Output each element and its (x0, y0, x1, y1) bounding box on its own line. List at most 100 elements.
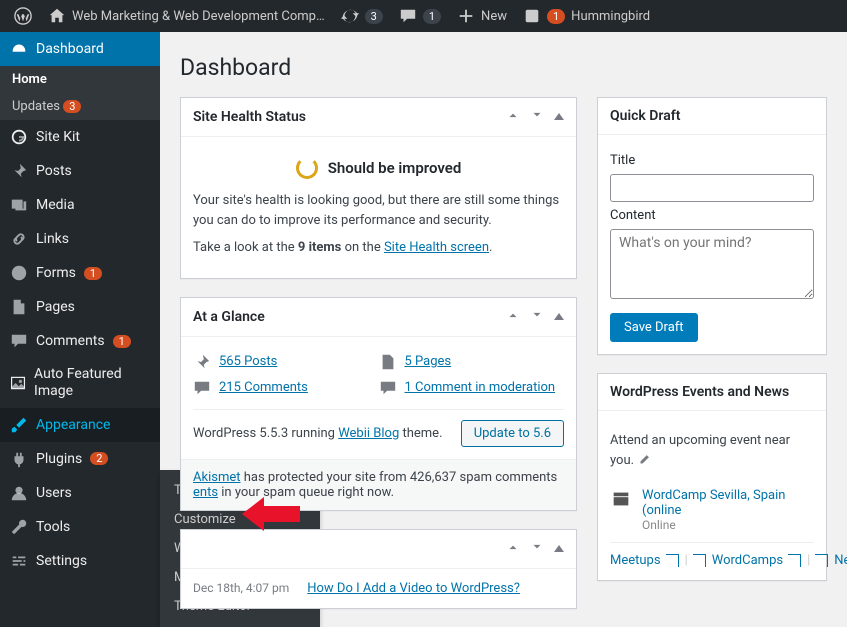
updates-badge: 3 (63, 100, 81, 113)
glance-posts[interactable]: 565 Posts (193, 349, 379, 375)
move-up-icon[interactable] (506, 308, 520, 326)
quick-draft-title: Quick Draft (610, 108, 680, 124)
activity-post-link[interactable]: How Do I Add a Video to WordPress? (307, 581, 520, 596)
move-down-icon[interactable] (530, 540, 544, 558)
activity-date: Dec 18th, 4:07 pm (193, 581, 289, 595)
refresh-icon (341, 7, 359, 25)
qd-title-label: Title (610, 153, 814, 168)
comments-link[interactable]: 1 (391, 0, 449, 32)
wp-version: WordPress 5.5.3 running Webii Blog theme… (193, 426, 443, 441)
update-core-button[interactable]: Update to 5.6 (461, 420, 564, 447)
akismet-link[interactable]: Akismet (193, 470, 241, 485)
sidebar-item-tools[interactable]: Tools (0, 510, 160, 544)
page-title: Dashboard (180, 54, 827, 81)
health-items: Take a look at the 9 items on the Site H… (193, 238, 564, 258)
move-up-icon[interactable] (506, 108, 520, 126)
media-icon (10, 196, 28, 214)
home-icon (48, 7, 66, 25)
health-spinner-icon (296, 157, 318, 179)
move-down-icon[interactable] (530, 308, 544, 326)
site-health-link[interactable]: Site Health screen (384, 240, 489, 255)
forms-icon (10, 264, 28, 282)
site-health-box: Site Health Status Should be improved Yo… (180, 97, 577, 279)
page-icon (379, 353, 397, 371)
plus-icon (457, 7, 475, 25)
admin-toolbar: Web Marketing & Web Development Comp… 3 … (0, 0, 847, 32)
comment-icon (399, 7, 417, 25)
wrench-icon (10, 518, 28, 536)
qd-content-input[interactable] (610, 229, 814, 299)
wordcamps-link[interactable]: WordCamps (712, 553, 801, 568)
annotation-arrow (242, 497, 300, 531)
glance-moderation[interactable]: 1 Comment in moderation (379, 375, 565, 401)
comments-count: 1 (423, 9, 441, 24)
toggle-icon[interactable] (554, 540, 564, 558)
wp-logo[interactable] (6, 0, 40, 32)
site-title: Web Marketing & Web Development Comp… (72, 9, 325, 24)
hummingbird-icon (523, 7, 541, 25)
hb-count: 1 (547, 9, 565, 24)
comment-icon (379, 379, 397, 397)
updates-count: 3 (365, 9, 383, 24)
toggle-icon[interactable] (554, 308, 564, 326)
brush-icon (10, 416, 28, 434)
glance-pages[interactable]: 5 Pages (379, 349, 565, 375)
sub-home[interactable]: Home (0, 66, 160, 93)
sidebar-item-sitekit[interactable]: Site Kit (0, 120, 160, 154)
pin-icon (193, 353, 211, 371)
qd-content-label: Content (610, 208, 814, 223)
user-icon (10, 484, 28, 502)
toggle-icon[interactable] (554, 108, 564, 126)
main-content: Dashboard Site Health Status Should be i… (180, 32, 847, 627)
updates-link[interactable]: 3 (333, 0, 391, 32)
hummingbird-link[interactable]: 1 Hummingbird (515, 0, 658, 32)
forms-badge: 1 (84, 267, 102, 280)
sidebar-item-plugins[interactable]: Plugins2 (0, 442, 160, 476)
meetups-link[interactable]: Meetups (610, 553, 679, 568)
comment-icon (10, 332, 28, 350)
akismet-notice: Akismet has protected your site from 426… (181, 459, 576, 510)
site-link[interactable]: Web Marketing & Web Development Comp… (40, 0, 333, 32)
image-icon (10, 374, 26, 392)
sidebar-item-posts[interactable]: Posts (0, 154, 160, 188)
events-news-box: WordPress Events and News Attend an upco… (597, 373, 827, 581)
new-label: New (481, 9, 507, 24)
move-up-icon[interactable] (506, 540, 520, 558)
hb-label: Hummingbird (571, 9, 650, 24)
sidebar-item-appearance[interactable]: Appearance (0, 408, 160, 442)
event-row[interactable]: WordCamp Sevilla, Spain (onlineOnline (610, 478, 814, 543)
activity-box: Dec 18th, 4:07 pm How Do I Add a Video t… (180, 529, 577, 609)
sidebar-item-dashboard[interactable]: Dashboard (0, 32, 160, 66)
theme-link[interactable]: Webii Blog (338, 426, 399, 441)
new-content[interactable]: New (449, 0, 515, 32)
pin-icon (10, 162, 28, 180)
sidebar-item-settings[interactable]: Settings (0, 544, 160, 578)
events-title: WordPress Events and News (610, 384, 789, 400)
save-draft-button[interactable]: Save Draft (610, 313, 698, 342)
sidebar-item-users[interactable]: Users (0, 476, 160, 510)
google-icon (10, 128, 28, 146)
dashboard-icon (10, 40, 28, 58)
admin-sidebar: Dashboard Home Updates 3 Site Kit Posts … (0, 32, 160, 627)
glance-title: At a Glance (193, 309, 265, 325)
sidebar-item-pages[interactable]: Pages (0, 290, 160, 324)
edit-icon[interactable] (637, 453, 651, 467)
sidebar-item-links[interactable]: Links (0, 222, 160, 256)
sliders-icon (10, 552, 28, 570)
wordcamp-icon (610, 488, 632, 510)
sub-updates[interactable]: Updates 3 (0, 93, 160, 120)
news-link[interactable]: News (834, 553, 847, 568)
sidebar-item-forms[interactable]: Forms1 (0, 256, 160, 290)
move-down-icon[interactable] (530, 108, 544, 126)
at-a-glance-box: At a Glance 565 Posts 5 Pages 215 Commen… (180, 297, 577, 511)
sidebar-item-media[interactable]: Media (0, 188, 160, 222)
spam-queue-link[interactable]: ents (193, 485, 218, 500)
sidebar-item-autofeat[interactable]: Auto Featured Image (0, 358, 160, 408)
comment-icon (193, 379, 211, 397)
glance-comments[interactable]: 215 Comments (193, 375, 379, 401)
plugins-badge: 2 (90, 452, 108, 465)
sidebar-item-comments[interactable]: Comments1 (0, 324, 160, 358)
quick-draft-box: Quick Draft Title Content Save Draft (597, 97, 827, 355)
qd-title-input[interactable] (610, 174, 814, 202)
comments-badge: 1 (113, 335, 131, 348)
